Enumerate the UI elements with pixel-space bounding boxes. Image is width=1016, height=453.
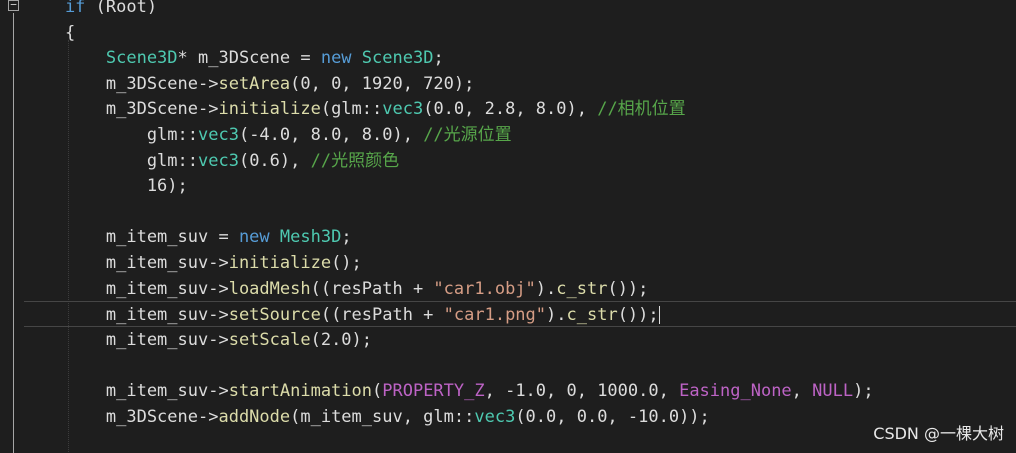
code-line[interactable]: m_3DScene->setArea(0, 0, 1920, 720);: [0, 71, 1016, 97]
code-token: (: [372, 381, 383, 401]
code-token: ).: [546, 305, 567, 326]
code-token: m_item_suv->: [24, 381, 229, 401]
code-token: ).: [535, 278, 557, 299]
code-token: , -1.0, 0, 1000.0,: [484, 381, 680, 401]
code-line[interactable]: m_3DScene->addNode(m_item_suv, glm::vec3…: [0, 404, 1016, 430]
code-token: "car1.obj": [433, 278, 536, 299]
code-token: setScale: [228, 329, 311, 350]
code-token: (0, 0, 1920, 720);: [290, 73, 475, 94]
code-token: vec3: [382, 99, 424, 120]
code-token: (0.0, 0.0, -10.0));: [515, 406, 710, 427]
code-token: m_item_suv->: [24, 305, 229, 326]
code-token: loadMesh: [228, 278, 311, 299]
code-token: (0.0, 2.8, 8.0),: [423, 99, 598, 120]
code-line[interactable]: m_item_suv->setScale(2.0);: [0, 327, 1016, 353]
code-token: vec3: [198, 125, 239, 145]
code-token: "car1.png": [443, 305, 547, 326]
code-token: glm::: [24, 150, 198, 171]
code-token: Scene3D: [24, 48, 178, 69]
code-token: //光照颜色: [310, 150, 400, 171]
code-line[interactable]: m_item_suv->initialize();: [0, 250, 1016, 276]
code-token: NULL: [812, 381, 854, 401]
code-line[interactable]: Scene3D* m_3DScene = new Scene3D;: [0, 45, 1016, 71]
code-token: * m_3DScene =: [177, 48, 321, 69]
code-token: ());: [617, 305, 659, 326]
code-token: ());: [607, 278, 649, 299]
code-token: (2.0);: [310, 329, 373, 350]
code-token: initialize: [218, 99, 321, 120]
code-token: Mesh3D: [279, 227, 342, 248]
code-token: (0.6),: [238, 150, 311, 171]
code-line[interactable]: m_item_suv->setSource((resPath + "car1.p…: [24, 301, 1016, 328]
code-token: //相机位置: [597, 99, 686, 120]
code-token: ;: [341, 227, 352, 248]
code-token: m_item_suv->: [24, 278, 229, 299]
code-token: (Root): [85, 0, 158, 17]
code-token: m_3DScene->: [24, 99, 219, 120]
code-line[interactable]: glm::vec3(0.6), //光照颜色: [0, 148, 1016, 174]
code-token: (-4.0, 8.0, 8.0),: [238, 125, 424, 145]
code-token: m_item_suv->: [24, 253, 229, 273]
code-token: Easing_None: [679, 381, 792, 401]
code-token: m_item_suv->: [24, 329, 229, 350]
code-token: Scene3D: [361, 48, 434, 69]
code-token: c_str: [556, 278, 608, 299]
code-token: initialize: [228, 253, 332, 273]
code-token: (glm::: [320, 99, 383, 120]
code-token: ((resPath +: [320, 305, 444, 326]
code-line[interactable]: m_item_suv->loadMesh((resPath + "car1.ob…: [0, 276, 1016, 302]
watermark: CSDN @一棵大树: [873, 424, 1004, 443]
code-token: setSource: [228, 305, 321, 326]
code-token: );: [853, 381, 874, 401]
code-token: (m_item_suv, glm::: [290, 406, 475, 427]
code-token: new: [238, 227, 270, 248]
code-token: 16);: [24, 176, 188, 197]
code-token: ();: [331, 253, 362, 273]
code-editor[interactable]: if (Root) { Scene3D* m_3DScene = new Sce…: [0, 0, 1016, 452]
code-line[interactable]: m_3DScene->initialize(glm::vec3(0.0, 2.8…: [0, 96, 1016, 122]
code-token: vec3: [198, 150, 239, 171]
code-token: PROPERTY_Z: [382, 381, 485, 401]
code-token: glm::: [24, 125, 198, 145]
code-token: ((resPath +: [310, 278, 434, 299]
code-line[interactable]: m_item_suv = new Mesh3D;: [0, 224, 1016, 250]
code-line[interactable]: glm::vec3(-4.0, 8.0, 8.0), //光源位置: [0, 122, 1016, 148]
text-caret: [658, 306, 660, 325]
code-token: setArea: [218, 73, 291, 94]
code-token: vec3: [474, 406, 516, 427]
code-line[interactable]: [0, 199, 1016, 225]
code-line[interactable]: if (Root): [0, 0, 1016, 20]
code-line[interactable]: 16);: [0, 173, 1016, 199]
code-token: {: [24, 22, 76, 43]
code-token: m_3DScene->: [24, 73, 219, 94]
code-line[interactable]: {: [0, 20, 1016, 46]
code-token: new: [320, 48, 352, 69]
code-token: m_3DScene->: [24, 406, 219, 427]
code-token: startAnimation: [228, 381, 372, 401]
code-token: c_str: [566, 305, 618, 326]
code-line[interactable]: m_item_suv->startAnimation(PROPERTY_Z, -…: [0, 378, 1016, 404]
code-token: m_item_suv =: [24, 227, 239, 248]
code-token: addNode: [218, 406, 291, 427]
code-token: if: [24, 0, 86, 17]
code-token: //光源位置: [423, 125, 512, 145]
code-token: ;: [433, 48, 444, 69]
code-token: ,: [791, 381, 813, 401]
code-line[interactable]: [0, 352, 1016, 378]
